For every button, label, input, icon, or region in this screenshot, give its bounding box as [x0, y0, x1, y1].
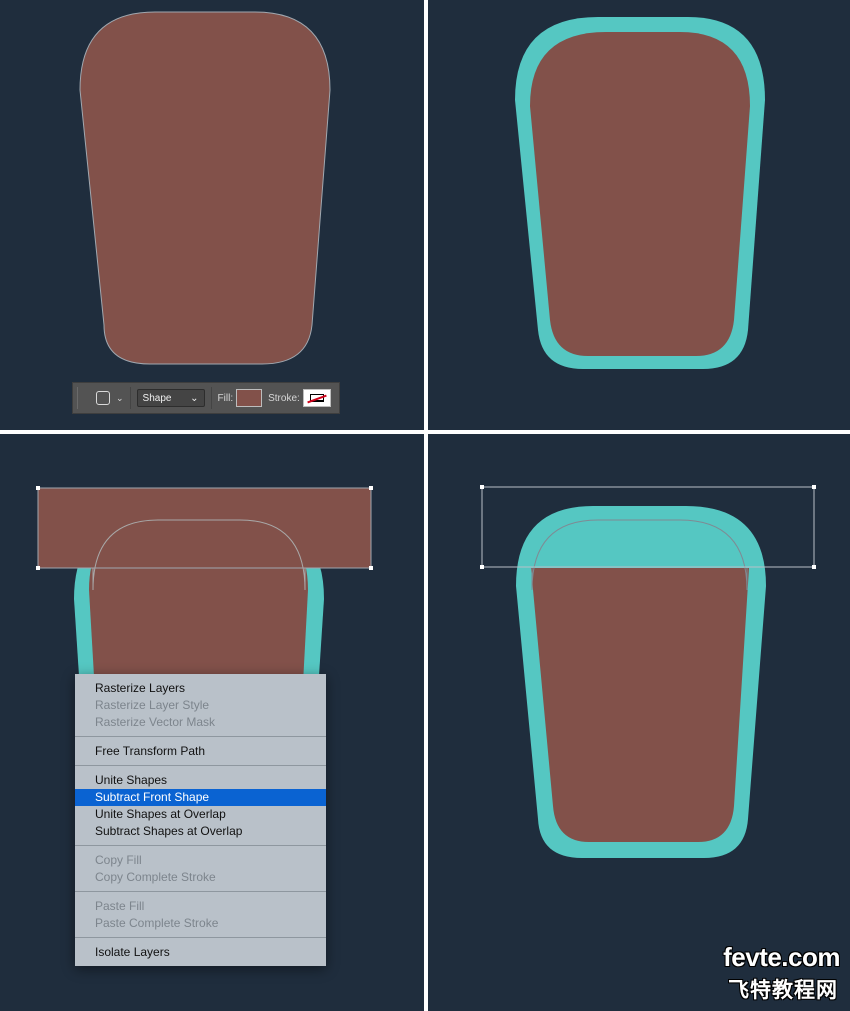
divider	[210, 387, 212, 409]
panel-step-3: Rasterize Layers Rasterize Layer Style R…	[0, 434, 424, 1011]
cup-shape[interactable]	[79, 11, 331, 365]
menu-group: Copy Fill Copy Complete Stroke	[75, 852, 326, 886]
chevron-down-icon: ⌄	[190, 392, 199, 404]
menu-separator	[75, 736, 326, 737]
canvas-step-2	[515, 17, 765, 369]
canvas-step-4	[480, 485, 816, 858]
canvas-step-1	[79, 11, 331, 365]
fill-label: Fill:	[217, 392, 234, 404]
anchor-point[interactable]	[36, 486, 40, 490]
menu-item-paste-fill: Paste Fill	[95, 899, 145, 913]
anchor-point[interactable]	[369, 566, 373, 570]
menu-group: Unite Shapes Subtract Front Shape Unite …	[75, 772, 326, 840]
fill-color-swatch[interactable]	[236, 389, 263, 407]
toolbar-grip[interactable]	[77, 387, 82, 409]
watermark-site-name: 飞特教程网	[728, 979, 838, 1002]
menu-item-paste-complete-stroke: Paste Complete Stroke	[95, 916, 219, 930]
menu-item-rasterize-layer-style: Rasterize Layer Style	[95, 698, 210, 712]
anchor-point[interactable]	[812, 485, 816, 489]
tool-mode-value: Shape	[142, 392, 172, 404]
menu-item-free-transform-path[interactable]: Free Transform Path	[75, 743, 326, 760]
menu-item-copy-complete-stroke: Copy Complete Stroke	[95, 870, 216, 884]
menu-item-copy-fill: Copy Fill	[95, 853, 142, 867]
chevron-down-icon: ⌄	[116, 392, 124, 403]
menu-separator	[75, 845, 326, 846]
anchor-point[interactable]	[36, 566, 40, 570]
shape-options-bar: ⌄ Shape ⌄ Fill: Stroke:	[72, 382, 340, 414]
menu-separator	[75, 891, 326, 892]
menu-item-subtract-front-shape[interactable]: Subtract Front Shape	[75, 789, 326, 806]
layer-context-menu: Rasterize Layers Rasterize Layer Style R…	[75, 674, 326, 966]
shape-tool-picker[interactable]: ⌄	[96, 391, 124, 405]
panel-step-4: fevte.com 飞特教程网	[428, 434, 850, 1011]
menu-item-rasterize-vector-mask: Rasterize Vector Mask	[95, 715, 216, 729]
watermark-domain: fevte.com	[723, 942, 840, 972]
menu-group: Free Transform Path	[75, 743, 326, 760]
menu-item-unite-shapes[interactable]: Unite Shapes	[75, 772, 326, 789]
anchor-point[interactable]	[480, 485, 484, 489]
menu-item-isolate-layers[interactable]: Isolate Layers	[75, 944, 326, 961]
cup-inner-shape[interactable]	[530, 32, 750, 356]
stroke-none-swatch[interactable]	[302, 389, 331, 407]
menu-group: Rasterize Layers Rasterize Layer Style R…	[75, 680, 326, 731]
menu-group: Isolate Layers	[75, 944, 326, 961]
menu-separator	[75, 765, 326, 766]
menu-item-rasterize-layers[interactable]: Rasterize Layers	[75, 680, 326, 697]
menu-item-subtract-shapes-at-overlap[interactable]: Subtract Shapes at Overlap	[75, 823, 326, 840]
anchor-point[interactable]	[480, 565, 484, 569]
divider	[129, 387, 131, 409]
anchor-point[interactable]	[812, 565, 816, 569]
menu-separator	[75, 937, 326, 938]
panel-step-2	[428, 0, 850, 430]
stroke-label: Stroke:	[268, 392, 300, 404]
tool-mode-select[interactable]: Shape ⌄	[136, 389, 205, 407]
menu-item-unite-shapes-at-overlap[interactable]: Unite Shapes at Overlap	[75, 806, 326, 823]
anchor-point[interactable]	[369, 486, 373, 490]
panel-step-1: ⌄ Shape ⌄ Fill: Stroke:	[0, 0, 424, 430]
menu-group: Paste Fill Paste Complete Stroke	[75, 898, 326, 932]
subtract-rectangle-shape[interactable]	[37, 487, 372, 569]
rounded-rectangle-tool-icon	[96, 391, 110, 405]
cup-inner-shape[interactable]	[531, 568, 749, 842]
